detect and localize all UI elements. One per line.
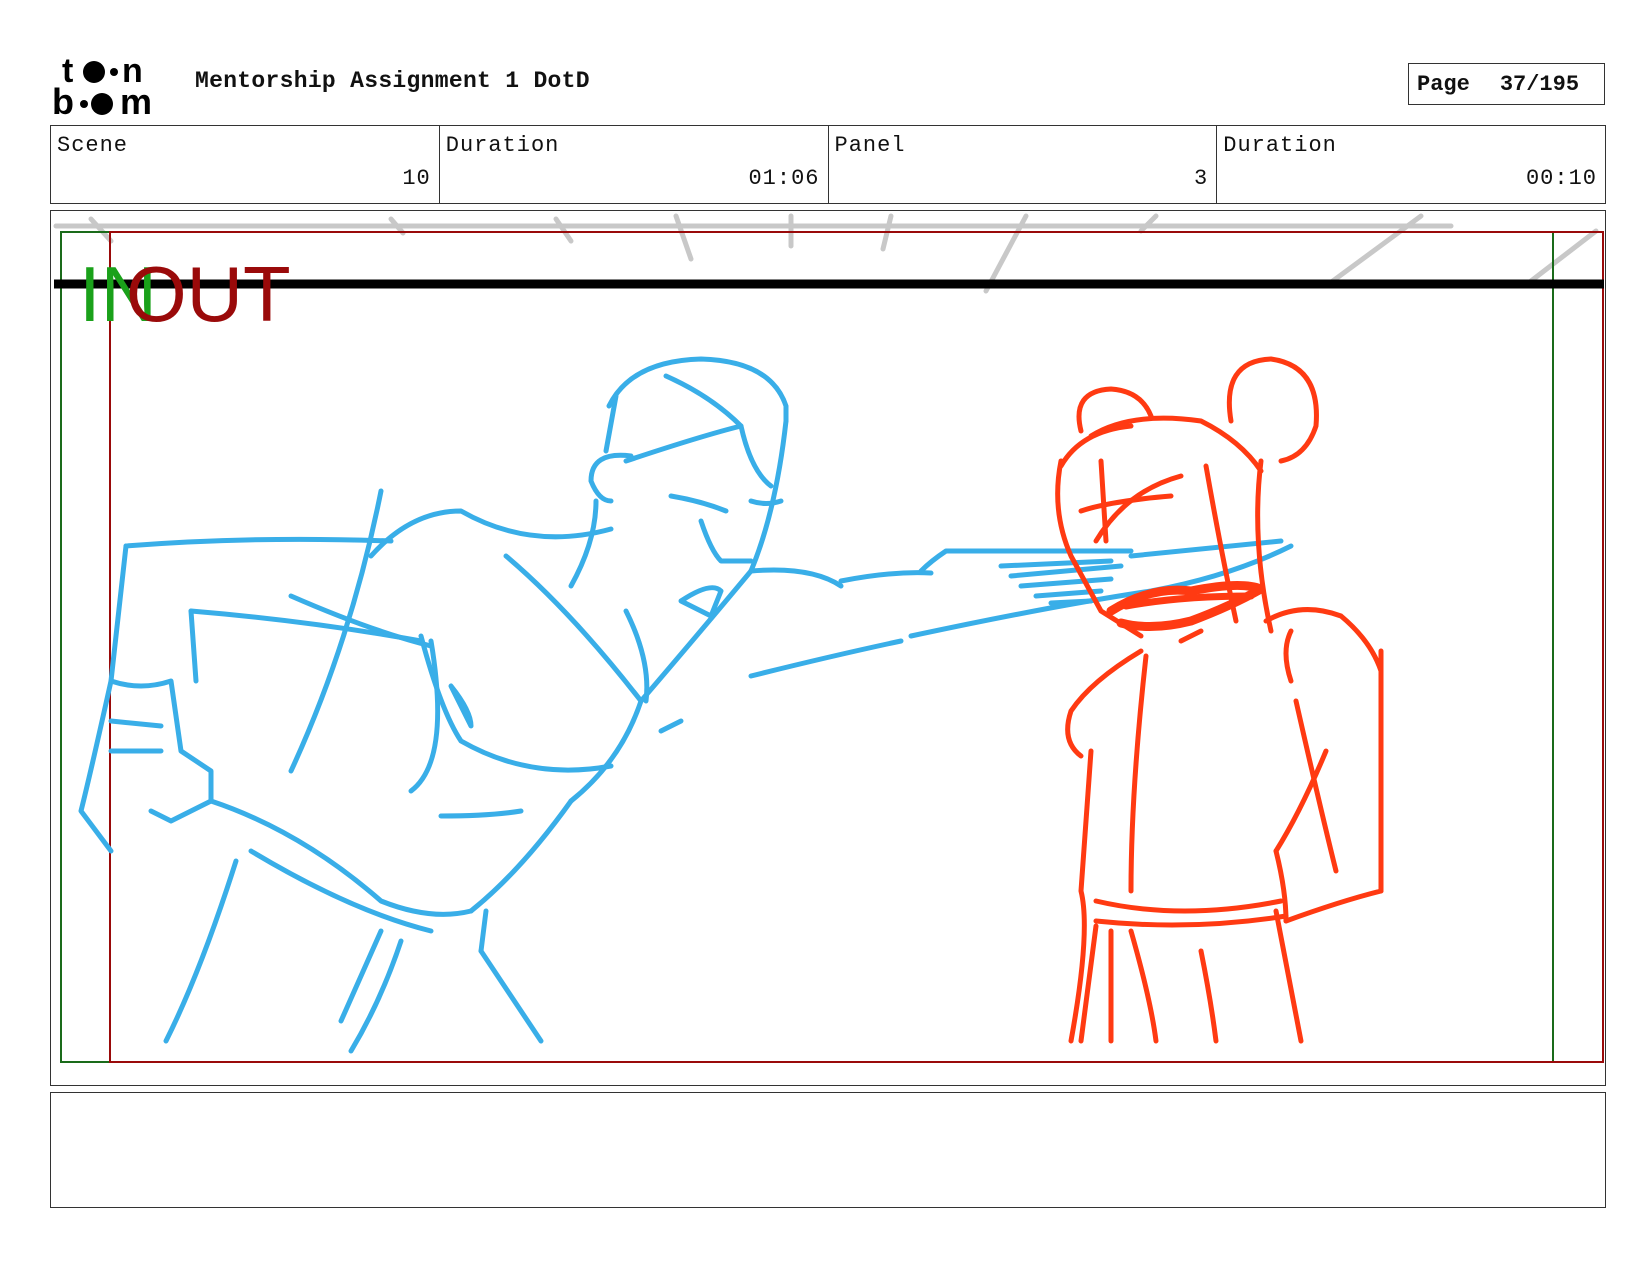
page-indicator: Page 37/195 xyxy=(1408,63,1605,105)
page-number: 37/195 xyxy=(1499,71,1580,97)
out-marker: OUT xyxy=(126,250,291,338)
scene-label: Scene xyxy=(57,133,129,158)
scene-duration-value: 01:06 xyxy=(748,166,820,191)
in-frame xyxy=(60,231,1554,1063)
svg-text:m: m xyxy=(120,81,152,118)
panel-drawing xyxy=(53,213,1604,1063)
panel-duration-cell: Duration 00:10 xyxy=(1217,126,1605,203)
panel-label: Panel xyxy=(834,133,906,158)
panel-cell: Panel 3 xyxy=(829,126,1218,203)
panel-value: 3 xyxy=(1194,166,1209,191)
panel-info-grid: Scene 10 Duration 01:06 Panel 3 Duration… xyxy=(50,125,1606,204)
panel-duration-value: 00:10 xyxy=(1525,166,1597,191)
scene-duration-label: Duration xyxy=(445,133,560,158)
document-title: Mentorship Assignment 1 DotD xyxy=(195,68,590,94)
toon-boom-logo: t n b m xyxy=(52,52,152,118)
out-frame xyxy=(109,231,1604,1063)
panel-notes-box[interactable] xyxy=(50,1092,1606,1208)
page-label: Page xyxy=(1417,71,1470,97)
storyboard-panel: IN OUT xyxy=(50,210,1606,1086)
scene-cell: Scene 10 xyxy=(51,126,440,203)
right-character-sketch xyxy=(1055,356,1384,1044)
svg-text:b: b xyxy=(52,81,74,118)
scene-duration-cell: Duration 01:06 xyxy=(440,126,829,203)
scene-value: 10 xyxy=(402,166,431,191)
panel-duration-label: Duration xyxy=(1223,133,1337,158)
